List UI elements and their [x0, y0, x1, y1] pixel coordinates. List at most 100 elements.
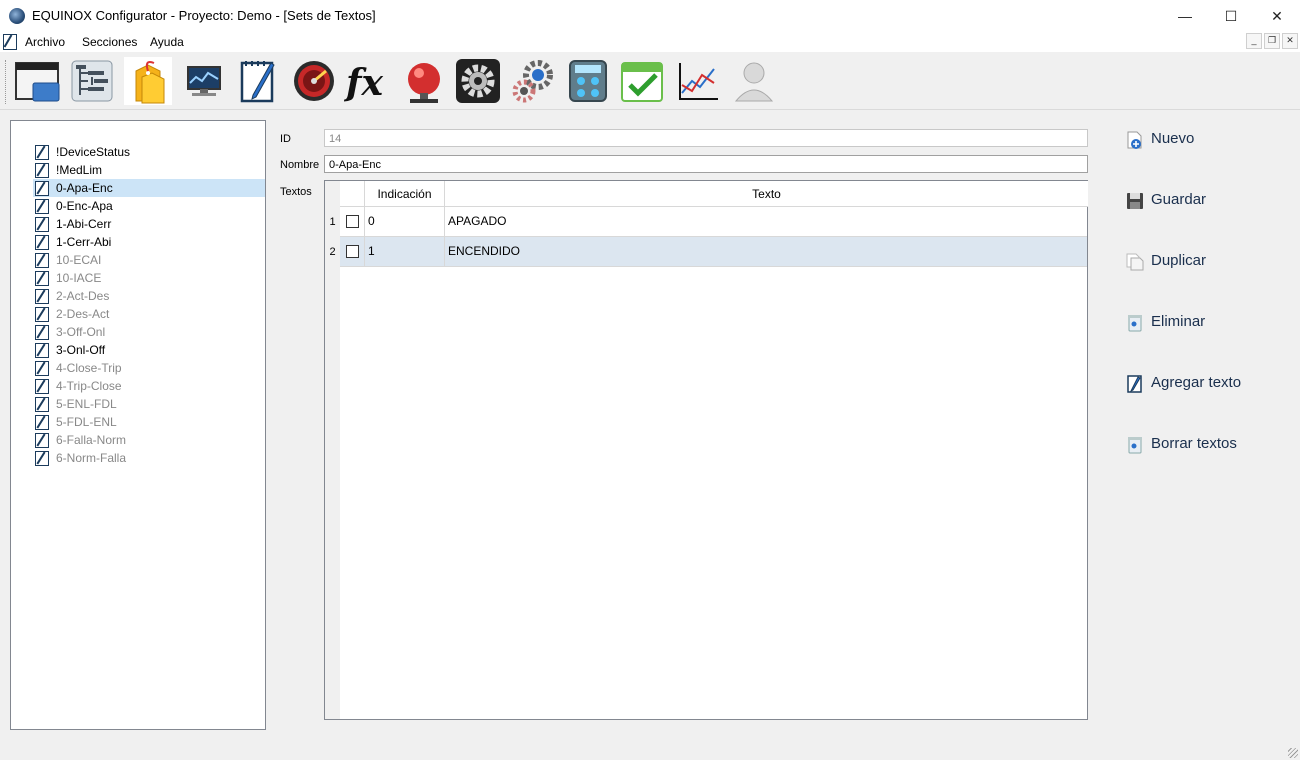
notepad-icon [35, 253, 49, 268]
delete-button-label: Eliminar [1151, 313, 1206, 330]
tree-item[interactable]: 5-FDL-ENL [33, 413, 265, 431]
notepad-icon [35, 271, 49, 286]
minimize-button[interactable]: — [1162, 0, 1208, 32]
notepad-icon [35, 343, 49, 358]
user-icon[interactable] [730, 57, 778, 105]
table-row[interactable]: 1 ENCENDIDO [340, 237, 1087, 267]
menu-secciones[interactable]: Secciones [82, 35, 137, 49]
tree-item-label: !DeviceStatus [56, 145, 131, 159]
id-label: ID [280, 133, 291, 145]
tree-item[interactable]: 4-Trip-Close [33, 377, 265, 395]
svg-text:fx: fx [344, 62, 383, 104]
window-title: EQUINOX Configurator - Proyecto: Demo - … [32, 8, 376, 23]
tree-icon[interactable] [68, 57, 116, 105]
mdi-restore-button[interactable]: ❐ [1264, 33, 1280, 49]
gears-icon[interactable] [508, 57, 556, 105]
name-field[interactable]: 0-Apa-Enc [324, 155, 1088, 173]
tree-item[interactable]: 6-Norm-Falla [33, 449, 265, 467]
tags-icon[interactable] [124, 57, 172, 105]
notepad-icon [35, 181, 49, 196]
tree-item-label: 4-Close-Trip [56, 361, 122, 375]
close-button[interactable]: ✕ [1254, 0, 1300, 32]
notepad-pencil-icon [1127, 375, 1142, 393]
delete-texts-button-label: Borrar textos [1151, 435, 1237, 452]
checkbox-column-header[interactable] [340, 181, 365, 207]
indication-column-header[interactable]: Indicación [365, 181, 445, 207]
gear-icon[interactable] [454, 57, 502, 105]
tree-item-label: 0-Apa-Enc [56, 181, 113, 195]
title-bar: EQUINOX Configurator - Proyecto: Demo - … [0, 0, 1300, 32]
maximize-button[interactable]: ☐ [1208, 0, 1254, 32]
mdi-minimize-button[interactable]: _ [1246, 33, 1262, 49]
save-button-label: Guardar [1151, 191, 1207, 208]
indication-cell[interactable]: 1 [368, 237, 375, 266]
notepad-icon [35, 145, 49, 160]
tree-item-label: 4-Trip-Close [56, 379, 122, 393]
tree-item[interactable]: 0-Enc-Apa [33, 197, 265, 215]
indication-cell[interactable]: 0 [368, 207, 375, 236]
tree-item-label: 1-Cerr-Abi [56, 235, 112, 249]
tree-item[interactable]: 10-IACE [33, 269, 265, 287]
add-text-button-label: Agregar texto [1151, 374, 1242, 391]
floppy-disk-icon [1127, 193, 1143, 209]
document-icon[interactable] [3, 34, 17, 50]
window-icon[interactable] [13, 57, 61, 105]
cell-divider [364, 207, 365, 237]
tree-item[interactable]: !MedLim [33, 161, 265, 179]
texts-grid[interactable]: Indicación Texto 0 APAGADO 1 1 ENCENDIDO… [324, 180, 1088, 720]
menu-ayuda[interactable]: Ayuda [150, 35, 184, 49]
table-row[interactable]: 0 APAGADO [340, 207, 1087, 237]
menu-archivo[interactable]: Archivo [25, 35, 65, 49]
cell-divider [444, 207, 445, 237]
tree-item[interactable]: 3-Off-Onl [33, 323, 265, 341]
text-cell[interactable]: APAGADO [448, 207, 506, 236]
recycle-bin-icon [1128, 315, 1142, 332]
notepad-icon[interactable] [234, 57, 282, 105]
tree-item[interactable]: 4-Close-Trip [33, 359, 265, 377]
text-cell[interactable]: ENCENDIDO [448, 237, 520, 266]
row-checkbox[interactable] [346, 245, 359, 258]
tree-item-label: 10-IACE [56, 271, 102, 285]
calculator-icon[interactable] [564, 57, 612, 105]
row-number: 1 [329, 216, 336, 228]
notepad-icon [35, 415, 49, 430]
new-button-label: Nuevo [1151, 130, 1195, 147]
notepad-icon [35, 451, 49, 466]
tree-item[interactable]: 0-Apa-Enc [33, 179, 265, 197]
calendar-check-icon[interactable] [618, 57, 666, 105]
id-field[interactable]: 14 [324, 129, 1088, 147]
line-chart-icon[interactable] [674, 57, 722, 105]
notepad-icon [35, 379, 49, 394]
copy-icon [1126, 253, 1144, 271]
tree-item-label: !MedLim [56, 163, 103, 177]
row-checkbox[interactable] [346, 215, 359, 228]
tree-item[interactable]: 5-ENL-FDL [33, 395, 265, 413]
text-sets-tree[interactable]: !DeviceStatus !MedLim 0-Apa-Enc 0-Enc-Apa 1-… [10, 120, 266, 730]
tree-item[interactable]: !DeviceStatus [33, 143, 265, 161]
monitor-icon[interactable] [180, 57, 228, 105]
function-icon[interactable]: fx [344, 57, 392, 105]
mdi-close-button[interactable]: ✕ [1282, 33, 1298, 49]
tree-item-label: 1-Abi-Cerr [56, 217, 112, 231]
tree-item[interactable]: 6-Falla-Norm [33, 431, 265, 449]
tree-item[interactable]: 1-Cerr-Abi [33, 233, 265, 251]
duplicate-button-label: Duplicar [1151, 252, 1207, 269]
new-document-icon [1127, 131, 1142, 149]
tree-item-label: 3-Onl-Off [56, 343, 106, 357]
toolbar-grip[interactable] [5, 60, 8, 104]
notepad-icon [35, 325, 49, 340]
notepad-icon [35, 397, 49, 412]
tree-item[interactable]: 2-Act-Des [33, 287, 265, 305]
menu-bar [0, 32, 1300, 52]
notepad-icon [35, 217, 49, 232]
window-resize-grip[interactable] [1288, 748, 1298, 758]
gauge-icon[interactable] [290, 57, 338, 105]
tree-item[interactable]: 3-Onl-Off [33, 341, 265, 359]
tree-item[interactable]: 2-Des-Act [33, 305, 265, 323]
tree-item[interactable]: 10-ECAI [33, 251, 265, 269]
tree-item[interactable]: 1-Abi-Cerr [33, 215, 265, 233]
notepad-icon [35, 235, 49, 250]
cell-divider [444, 237, 445, 267]
alarm-bell-icon[interactable] [400, 57, 448, 105]
text-column-header[interactable]: Texto [445, 181, 1088, 207]
